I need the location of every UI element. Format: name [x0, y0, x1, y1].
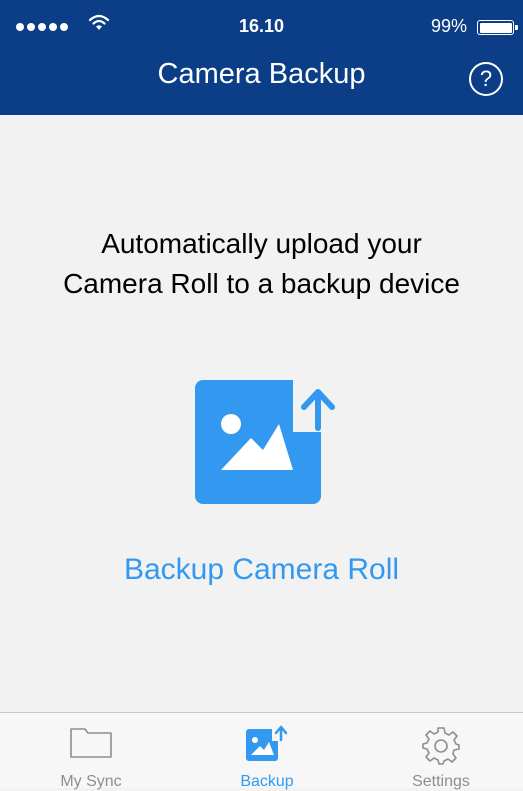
backup-description-line-2: Camera Roll to a backup device: [63, 268, 460, 299]
tab-label: Backup: [240, 773, 294, 790]
backup-description: Automatically upload your Camera Roll to…: [0, 224, 523, 304]
page-title: Camera Backup: [157, 58, 366, 90]
backup-description-line-1: Automatically upload your: [101, 228, 422, 259]
tab-my-sync[interactable]: My Sync: [4, 713, 178, 790]
photo-upload-icon[interactable]: [193, 378, 343, 506]
battery-percentage: 99%: [430, 16, 467, 36]
photo-upload-icon: [246, 725, 290, 761]
help-button[interactable]: ?: [469, 62, 503, 96]
folder-icon: [70, 728, 112, 758]
header: 16.10 99% Camera Backup ?: [0, 0, 523, 115]
tab-label: Settings: [412, 773, 470, 790]
battery-icon: [477, 20, 518, 35]
gear-icon: [422, 727, 460, 765]
status-bar: 16.10 99%: [0, 0, 523, 40]
backup-camera-roll-button[interactable]: Backup Camera Roll: [0, 553, 523, 587]
tab-settings[interactable]: Settings: [354, 713, 523, 790]
tab-label: My Sync: [60, 773, 122, 790]
tab-backup[interactable]: Backup: [180, 713, 354, 790]
tab-bar: My Sync Backup Settings: [0, 712, 523, 790]
